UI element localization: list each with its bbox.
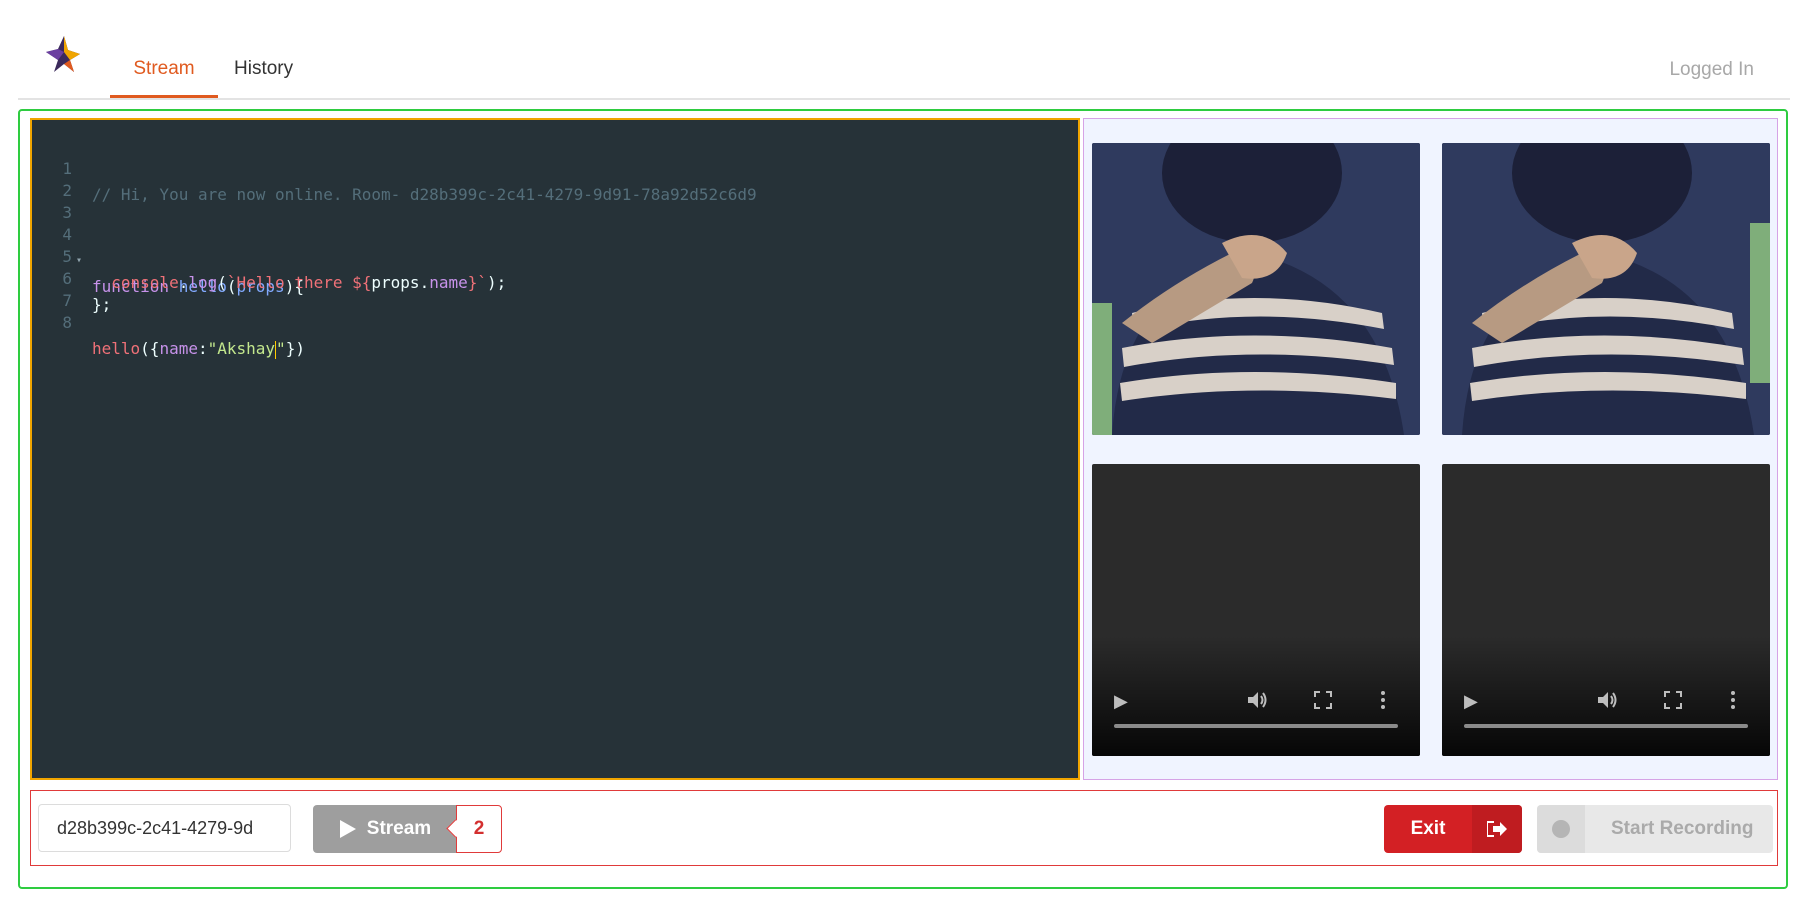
video-tile-empty[interactable]: ▶ <box>1442 464 1770 756</box>
video-tile-local[interactable] <box>1092 143 1420 435</box>
video-grid: ▶ ▶ <box>1083 118 1778 780</box>
play-icon[interactable]: ▶ <box>1464 691 1478 712</box>
code-text: }; <box>92 295 112 314</box>
video-progress-bar[interactable] <box>1114 724 1398 728</box>
volume-icon[interactable] <box>1596 690 1618 710</box>
record-dot-icon <box>1537 805 1585 853</box>
start-recording-button[interactable]: Start Recording <box>1537 805 1773 853</box>
room-id-field[interactable] <box>38 804 291 852</box>
app-logo-icon[interactable] <box>44 34 82 74</box>
stream-button-label: Stream <box>366 818 432 839</box>
video-tile-empty[interactable]: ▶ <box>1092 464 1420 756</box>
fold-arrow-icon[interactable]: ▾ <box>76 248 82 274</box>
camera-feed-image <box>1442 143 1770 435</box>
fullscreen-icon[interactable] <box>1314 691 1332 709</box>
volume-icon[interactable] <box>1246 690 1268 710</box>
video-tile-remote[interactable] <box>1442 143 1770 435</box>
stream-button[interactable]: Stream <box>313 805 457 853</box>
exit-button-label: Exit <box>1410 818 1446 839</box>
sign-out-icon <box>1472 805 1522 853</box>
more-vert-icon[interactable] <box>1380 690 1386 710</box>
tab-stream[interactable]: Stream <box>112 58 216 80</box>
play-icon <box>339 820 356 838</box>
login-status: Logged In <box>1669 59 1754 80</box>
exit-button[interactable]: Exit <box>1384 805 1522 853</box>
start-recording-label: Start Recording <box>1611 818 1754 839</box>
viewer-count-badge: 2 <box>456 805 502 853</box>
line-number: 8 <box>62 313 72 332</box>
more-vert-icon[interactable] <box>1730 690 1736 710</box>
fullscreen-icon[interactable] <box>1664 691 1682 709</box>
code-line: 8 hello({name:"Akshay"}) <box>32 284 305 359</box>
code-comment: // Hi, You are now online. Room- d28b399… <box>92 185 757 204</box>
tab-history[interactable]: History <box>234 58 293 80</box>
active-tab-indicator <box>110 95 218 98</box>
play-icon[interactable]: ▶ <box>1114 691 1128 712</box>
camera-feed-image <box>1092 143 1420 435</box>
top-navigation: Stream History Logged In <box>18 0 1790 100</box>
video-progress-bar[interactable] <box>1464 724 1748 728</box>
code-text: console.log(`Hello there ${props.name}`)… <box>111 273 507 292</box>
code-text: hello({name:"Akshay"}) <box>92 339 305 359</box>
code-editor[interactable]: 1 // Hi, You are now online. Room- d28b3… <box>30 118 1080 780</box>
